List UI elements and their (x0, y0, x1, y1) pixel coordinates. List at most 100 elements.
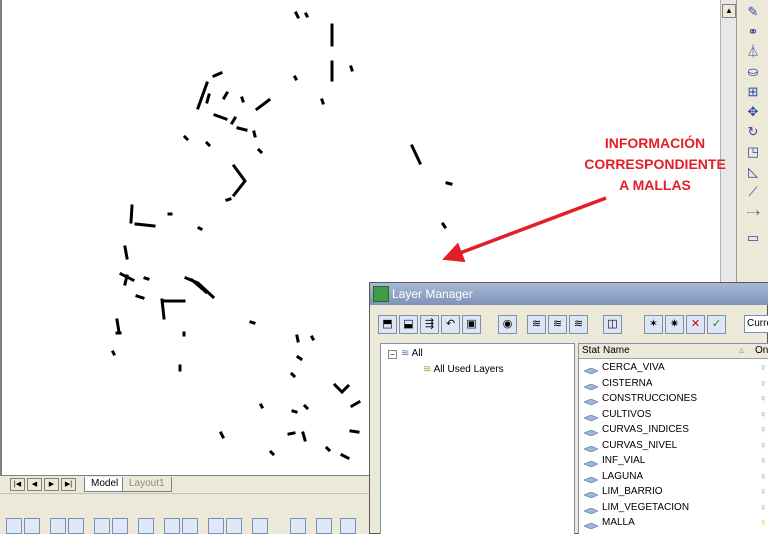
new-layer-icon[interactable]: ✶ (644, 315, 663, 334)
toolbar-icon[interactable] (252, 518, 268, 534)
layer-row[interactable]: CONSTRUCCIONES ♀ (579, 391, 768, 407)
toolbar-icon[interactable] (50, 518, 66, 534)
save-icon[interactable]: ▣ (462, 315, 481, 334)
lightbulb-icon[interactable]: ♀ (759, 485, 767, 500)
first-tab-icon[interactable]: |◀ (10, 478, 25, 491)
new-property-filter-icon[interactable]: ⬓ (399, 315, 418, 334)
tree-item-all-used-layers[interactable]: ≋ All Used Layers (423, 364, 504, 376)
next-tab-icon[interactable]: ▶ (44, 478, 59, 491)
layer-row[interactable]: INF_VIAL ♀ (579, 453, 768, 469)
layers-icon[interactable]: ≋ (548, 315, 567, 334)
toolbar-icon[interactable] (226, 518, 242, 534)
layer-name: INF_VIAL (602, 455, 646, 466)
layer-status-icon (582, 395, 600, 406)
mirror-icon[interactable]: ⏃ (743, 42, 763, 62)
layers-icon[interactable]: ≋ (527, 315, 546, 334)
toolbar-icon[interactable] (290, 518, 306, 534)
layer-row[interactable]: CULTIVOS ♀ (579, 407, 768, 423)
column-stat[interactable]: Stat (582, 344, 600, 358)
bottom-toolbar (0, 493, 370, 534)
layer-row[interactable]: CURVAS_NIVEL ♀ (579, 438, 768, 454)
toolbar-icon[interactable] (316, 518, 332, 534)
prev-tab-icon[interactable]: ◀ (27, 478, 42, 491)
lightbulb-icon[interactable]: ♀ (759, 501, 767, 516)
tree-label: All (411, 348, 423, 359)
toolbar-icon[interactable] (138, 518, 154, 534)
lightbulb-icon[interactable]: ♀ (759, 516, 767, 531)
layer-row[interactable]: LAGUNA ♀ (579, 469, 768, 485)
extend-icon[interactable]: ⤏ (743, 202, 763, 222)
lightbulb-icon[interactable]: ♀ (759, 377, 767, 392)
layer-name: CISTERNA (602, 377, 653, 389)
layer-row[interactable]: LIM_VEGETACION ♀ (579, 500, 768, 516)
layer-list-header: Stat Name ▵ On (579, 344, 768, 359)
toolbar-icon[interactable] (24, 518, 40, 534)
copy-icon[interactable]: ⚭ (743, 22, 763, 42)
annotation-line: A MALLAS (619, 177, 691, 193)
tab-model[interactable]: Model (84, 477, 126, 492)
layer-row[interactable]: CURVAS_INDICES ♀ (579, 422, 768, 438)
tree-item-all[interactable]: ≋ All (401, 348, 423, 360)
layer-settings-icon[interactable]: ◫ (603, 315, 622, 334)
lightbulb-icon[interactable]: ♀ (759, 470, 767, 485)
lightbulb-icon[interactable]: ♀ (759, 454, 767, 469)
layer-status-icon (582, 442, 600, 452)
collapse-icon[interactable]: − (388, 350, 397, 359)
rectangle-icon[interactable]: ▭ (743, 228, 763, 248)
layer-row[interactable]: LIM_BARRIO ♀ (579, 484, 768, 500)
layer-status-icon (582, 504, 600, 514)
lightbulb-icon[interactable]: ♀ (759, 423, 767, 438)
search-icon[interactable]: ◉ (498, 315, 517, 334)
toolbar-icon[interactable] (208, 518, 224, 534)
layer-status-icon (582, 473, 600, 483)
scroll-up-arrow-icon[interactable]: ▲ (722, 4, 736, 18)
set-current-icon[interactable]: ✓ (707, 315, 726, 334)
column-name[interactable]: Name (603, 344, 630, 358)
toolbar-icon[interactable] (68, 518, 84, 534)
filter-tree[interactable]: − ≋ All ≋ All Used Layers (380, 343, 575, 534)
layer-name: LIM_BARRIO (602, 486, 663, 497)
toolbar-icon[interactable] (6, 518, 22, 534)
tree-label: All Used Layers (433, 364, 504, 375)
offset-icon[interactable]: ⛀ (743, 62, 763, 82)
layers-icon[interactable]: ≋ (569, 315, 588, 334)
layout-tab-bar: |◀ ◀ ▶ ▶| Model Layout1 (0, 475, 370, 493)
layer-manager-window[interactable]: Layer Manager ⬒ ⬓ ⇶ ↶ ▣ ◉ ≋ ≋ ≋ ◫ ✶ ✷ ✕ … (369, 282, 768, 534)
layer-status-icon (582, 488, 600, 499)
lightbulb-icon[interactable]: ♀ (759, 439, 767, 454)
layer-name: LIM_VEGETACION (602, 501, 690, 513)
pencil-icon[interactable]: ✎ (743, 2, 763, 22)
toolbar-icon[interactable] (164, 518, 180, 534)
layer-row[interactable]: CERCA_VIVA ♀ (579, 360, 768, 376)
delete-layer-icon[interactable]: ✕ (686, 315, 705, 334)
layer-status-icon (582, 411, 600, 421)
layer-states-icon[interactable]: ⇶ (420, 315, 439, 334)
layer-name: CERCA_VIVA (602, 362, 665, 373)
layer-row[interactable]: MALLA ♀ (579, 515, 768, 531)
undo-icon[interactable]: ↶ (441, 315, 460, 334)
array-icon[interactable]: ⊞ (743, 82, 763, 102)
lightbulb-icon[interactable]: ♀ (759, 392, 767, 407)
toolbar-icon[interactable] (112, 518, 128, 534)
layer-name: CONSTRUCCIONES (602, 393, 698, 404)
layer-status-icon (582, 364, 600, 375)
move-icon[interactable]: ✥ (743, 102, 763, 122)
layer-name: MALLA (602, 517, 635, 528)
window-title: Layer Manager (392, 287, 473, 301)
layer-status-icon (582, 380, 600, 390)
tab-layout1[interactable]: Layout1 (122, 477, 172, 492)
new-layer-vp-icon[interactable]: ✷ (665, 315, 684, 334)
lightbulb-icon[interactable]: ♀ (759, 361, 767, 376)
layer-status-icon (582, 426, 600, 437)
toolbar-icon[interactable] (94, 518, 110, 534)
last-tab-icon[interactable]: ▶| (61, 478, 76, 491)
lightbulb-icon[interactable]: ♀ (759, 408, 767, 423)
window-titlebar[interactable]: Layer Manager (370, 283, 768, 305)
toolbar-icon[interactable] (340, 518, 356, 534)
column-on[interactable]: On (755, 344, 768, 358)
layer-row[interactable]: CISTERNA ♀ (579, 376, 768, 392)
layer-status-icon (582, 457, 600, 468)
toolbar-icon[interactable] (182, 518, 198, 534)
layer-list[interactable]: Stat Name ▵ On CERCA_VIVA ♀ CISTERNA ♀ CONST… (578, 343, 768, 534)
new-filter-icon[interactable]: ⬒ (378, 315, 397, 334)
